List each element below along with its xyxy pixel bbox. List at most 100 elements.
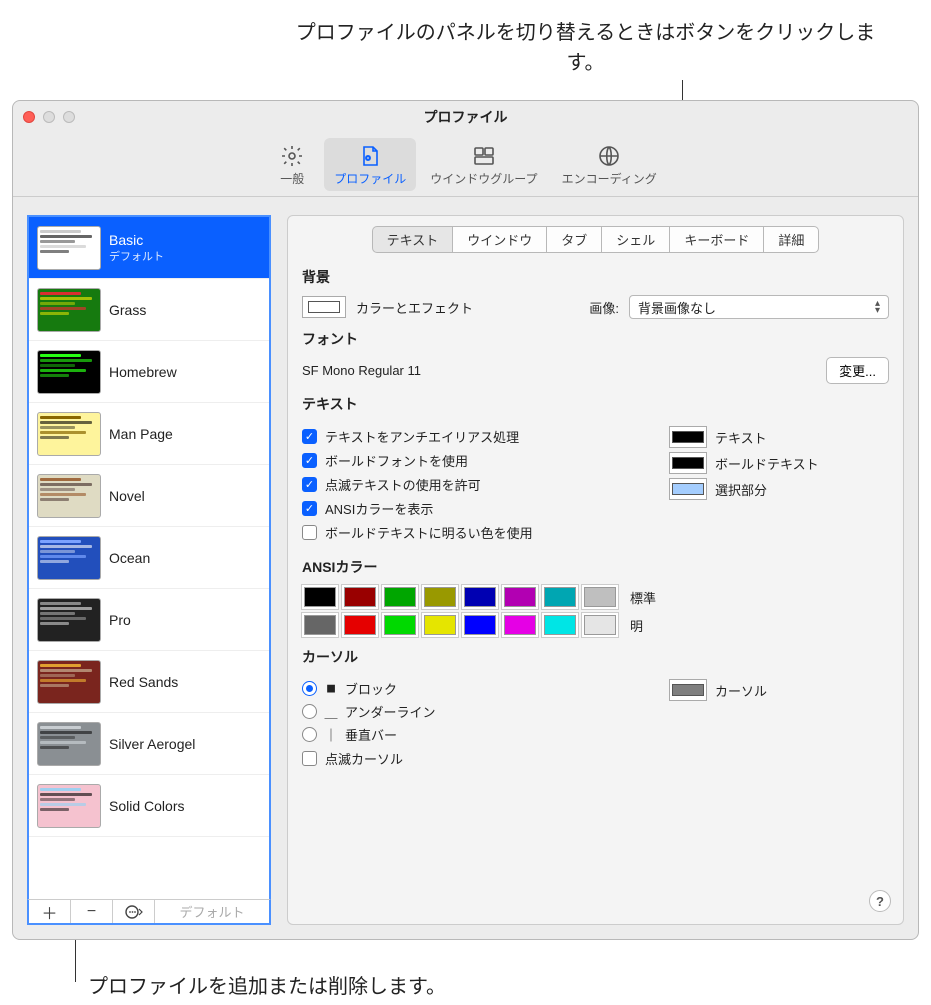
set-default-button[interactable]: デフォルト <box>155 900 269 923</box>
cursor-glyph: ■ <box>325 681 337 696</box>
profile-row[interactable]: Homebrew <box>29 341 269 403</box>
text-check-row: ✓ 点滅テキストの使用を許可 <box>302 475 639 494</box>
cursor-glyph: ＿ <box>325 702 337 721</box>
selection-color-label: 選択部分 <box>715 480 767 499</box>
profile-row[interactable]: Red Sands <box>29 651 269 713</box>
profile-row[interactable]: Grass <box>29 279 269 341</box>
checkbox-label: 点滅カーソル <box>325 749 403 768</box>
radio[interactable] <box>302 704 317 719</box>
profile-thumbnail <box>37 536 101 580</box>
chevron-updown-icon: ▴▾ <box>875 300 880 314</box>
detail-tabs: テキストウインドウタブシェルキーボード詳細 <box>302 226 889 253</box>
font-change-button[interactable]: 変更... <box>826 357 889 384</box>
background-color-label: カラーとエフェクト <box>356 298 473 317</box>
more-actions-button[interactable] <box>113 900 155 923</box>
tab-5[interactable]: 詳細 <box>763 226 819 253</box>
background-image-value: 背景画像なし <box>638 298 716 317</box>
background-color-well[interactable] <box>302 296 346 318</box>
section-ansi-title: ANSIカラー <box>302 557 889 577</box>
ansi-color-well[interactable] <box>382 613 418 637</box>
background-color-swatch <box>308 301 340 313</box>
tab-2[interactable]: タブ <box>546 226 601 253</box>
profile-row[interactable]: Ocean <box>29 527 269 589</box>
profile-row[interactable]: Silver Aerogel <box>29 713 269 775</box>
toolbar-item-label: エンコーディング <box>562 170 657 187</box>
ansi-color-well[interactable] <box>462 613 498 637</box>
checkbox-label: テキストをアンチエイリアス処理 <box>325 427 519 446</box>
ansi-color-well[interactable] <box>422 613 458 637</box>
section-background-title: 背景 <box>302 267 889 287</box>
profile-name: Silver Aerogel <box>109 736 195 752</box>
ansi-color-well[interactable] <box>302 585 338 609</box>
text-check-row: ✓ テキストをアンチエイリアス処理 <box>302 427 639 446</box>
profile-thumbnail <box>37 598 101 642</box>
bold-color-well[interactable] <box>669 452 707 474</box>
ansi-color-well[interactable] <box>422 585 458 609</box>
help-button[interactable]: ? <box>869 890 891 912</box>
text-check-row: ✓ボールドフォントを使用 <box>302 451 639 470</box>
selection-color-well[interactable] <box>669 478 707 500</box>
sidebar-footer: ＋ − デフォルト <box>27 899 271 925</box>
ansi-color-well[interactable] <box>542 613 578 637</box>
tab-0[interactable]: テキスト <box>372 226 453 253</box>
section-cursor-title: カーソル <box>302 647 889 667</box>
ansi-color-well[interactable] <box>582 613 618 637</box>
more-icon <box>125 903 143 921</box>
cursor-color-well[interactable] <box>669 679 707 701</box>
text-check-row: ボールドテキストに明るい色を使用 <box>302 523 639 542</box>
profile-subtitle: デフォルト <box>109 248 164 264</box>
profile-thumbnail <box>37 660 101 704</box>
profile-row[interactable]: Pro <box>29 589 269 651</box>
profile-name: Ocean <box>109 550 150 566</box>
toolbar-item-wingroup[interactable]: ウインドウグループ <box>420 138 547 191</box>
callout-bottom-text: プロファイルを追加または削除します。 <box>88 970 446 999</box>
tab-1[interactable]: ウインドウ <box>452 226 546 253</box>
cursor-radio-row: ｜垂直バー <box>302 725 639 744</box>
cursor-blink-row: 点滅カーソル <box>302 749 639 768</box>
profile-row[interactable]: Solid Colors <box>29 775 269 837</box>
ansi-color-well[interactable] <box>462 585 498 609</box>
toolbar-item-gear[interactable]: 一般 <box>264 138 320 191</box>
profile-row[interactable]: Novel <box>29 465 269 527</box>
ansi-color-well[interactable] <box>342 613 378 637</box>
profile-list[interactable]: BasicデフォルトGrass Homebrew Man PageNovel Ocea… <box>27 215 271 899</box>
tab-4[interactable]: キーボード <box>669 226 763 253</box>
checkbox[interactable]: ✓ <box>302 429 317 444</box>
profile-thumbnail <box>37 226 101 270</box>
checkbox-label: ANSIカラーを表示 <box>325 499 433 518</box>
profile-thumbnail <box>37 412 101 456</box>
checkbox-label: ボールドテキストに明るい色を使用 <box>325 523 533 542</box>
ansi-row-label: 明 <box>630 616 643 635</box>
profile-name: Homebrew <box>109 364 177 380</box>
checkbox[interactable] <box>302 525 317 540</box>
radio[interactable] <box>302 681 317 696</box>
checkbox[interactable]: ✓ <box>302 453 317 468</box>
tab-3[interactable]: シェル <box>601 226 669 253</box>
remove-profile-button[interactable]: − <box>71 900 113 923</box>
profile-row[interactable]: Man Page <box>29 403 269 465</box>
toolbar-item-encoding[interactable]: エンコーディング <box>552 138 667 191</box>
radio[interactable] <box>302 727 317 742</box>
add-profile-button[interactable]: ＋ <box>29 900 71 923</box>
cursor-glyph: ｜ <box>325 725 337 744</box>
profile-icon <box>356 142 384 170</box>
profile-thumbnail <box>37 722 101 766</box>
ansi-color-well[interactable] <box>382 585 418 609</box>
background-image-popup[interactable]: 背景画像なし ▴▾ <box>629 295 889 319</box>
checkbox-label: 点滅テキストの使用を許可 <box>325 475 481 494</box>
gear-icon <box>278 142 306 170</box>
window-title: プロファイル <box>13 107 918 127</box>
checkbox[interactable]: ✓ <box>302 501 317 516</box>
checkbox[interactable]: ✓ <box>302 477 317 492</box>
ansi-color-well[interactable] <box>502 585 538 609</box>
ansi-color-well[interactable] <box>542 585 578 609</box>
text-color-well[interactable] <box>669 426 707 448</box>
ansi-color-well[interactable] <box>502 613 538 637</box>
ansi-color-well[interactable] <box>302 613 338 637</box>
profile-name: Solid Colors <box>109 798 184 814</box>
checkbox[interactable] <box>302 751 317 766</box>
ansi-color-well[interactable] <box>582 585 618 609</box>
profile-row[interactable]: Basicデフォルト <box>29 217 269 279</box>
toolbar-item-profile[interactable]: プロファイル <box>324 138 416 191</box>
ansi-color-well[interactable] <box>342 585 378 609</box>
